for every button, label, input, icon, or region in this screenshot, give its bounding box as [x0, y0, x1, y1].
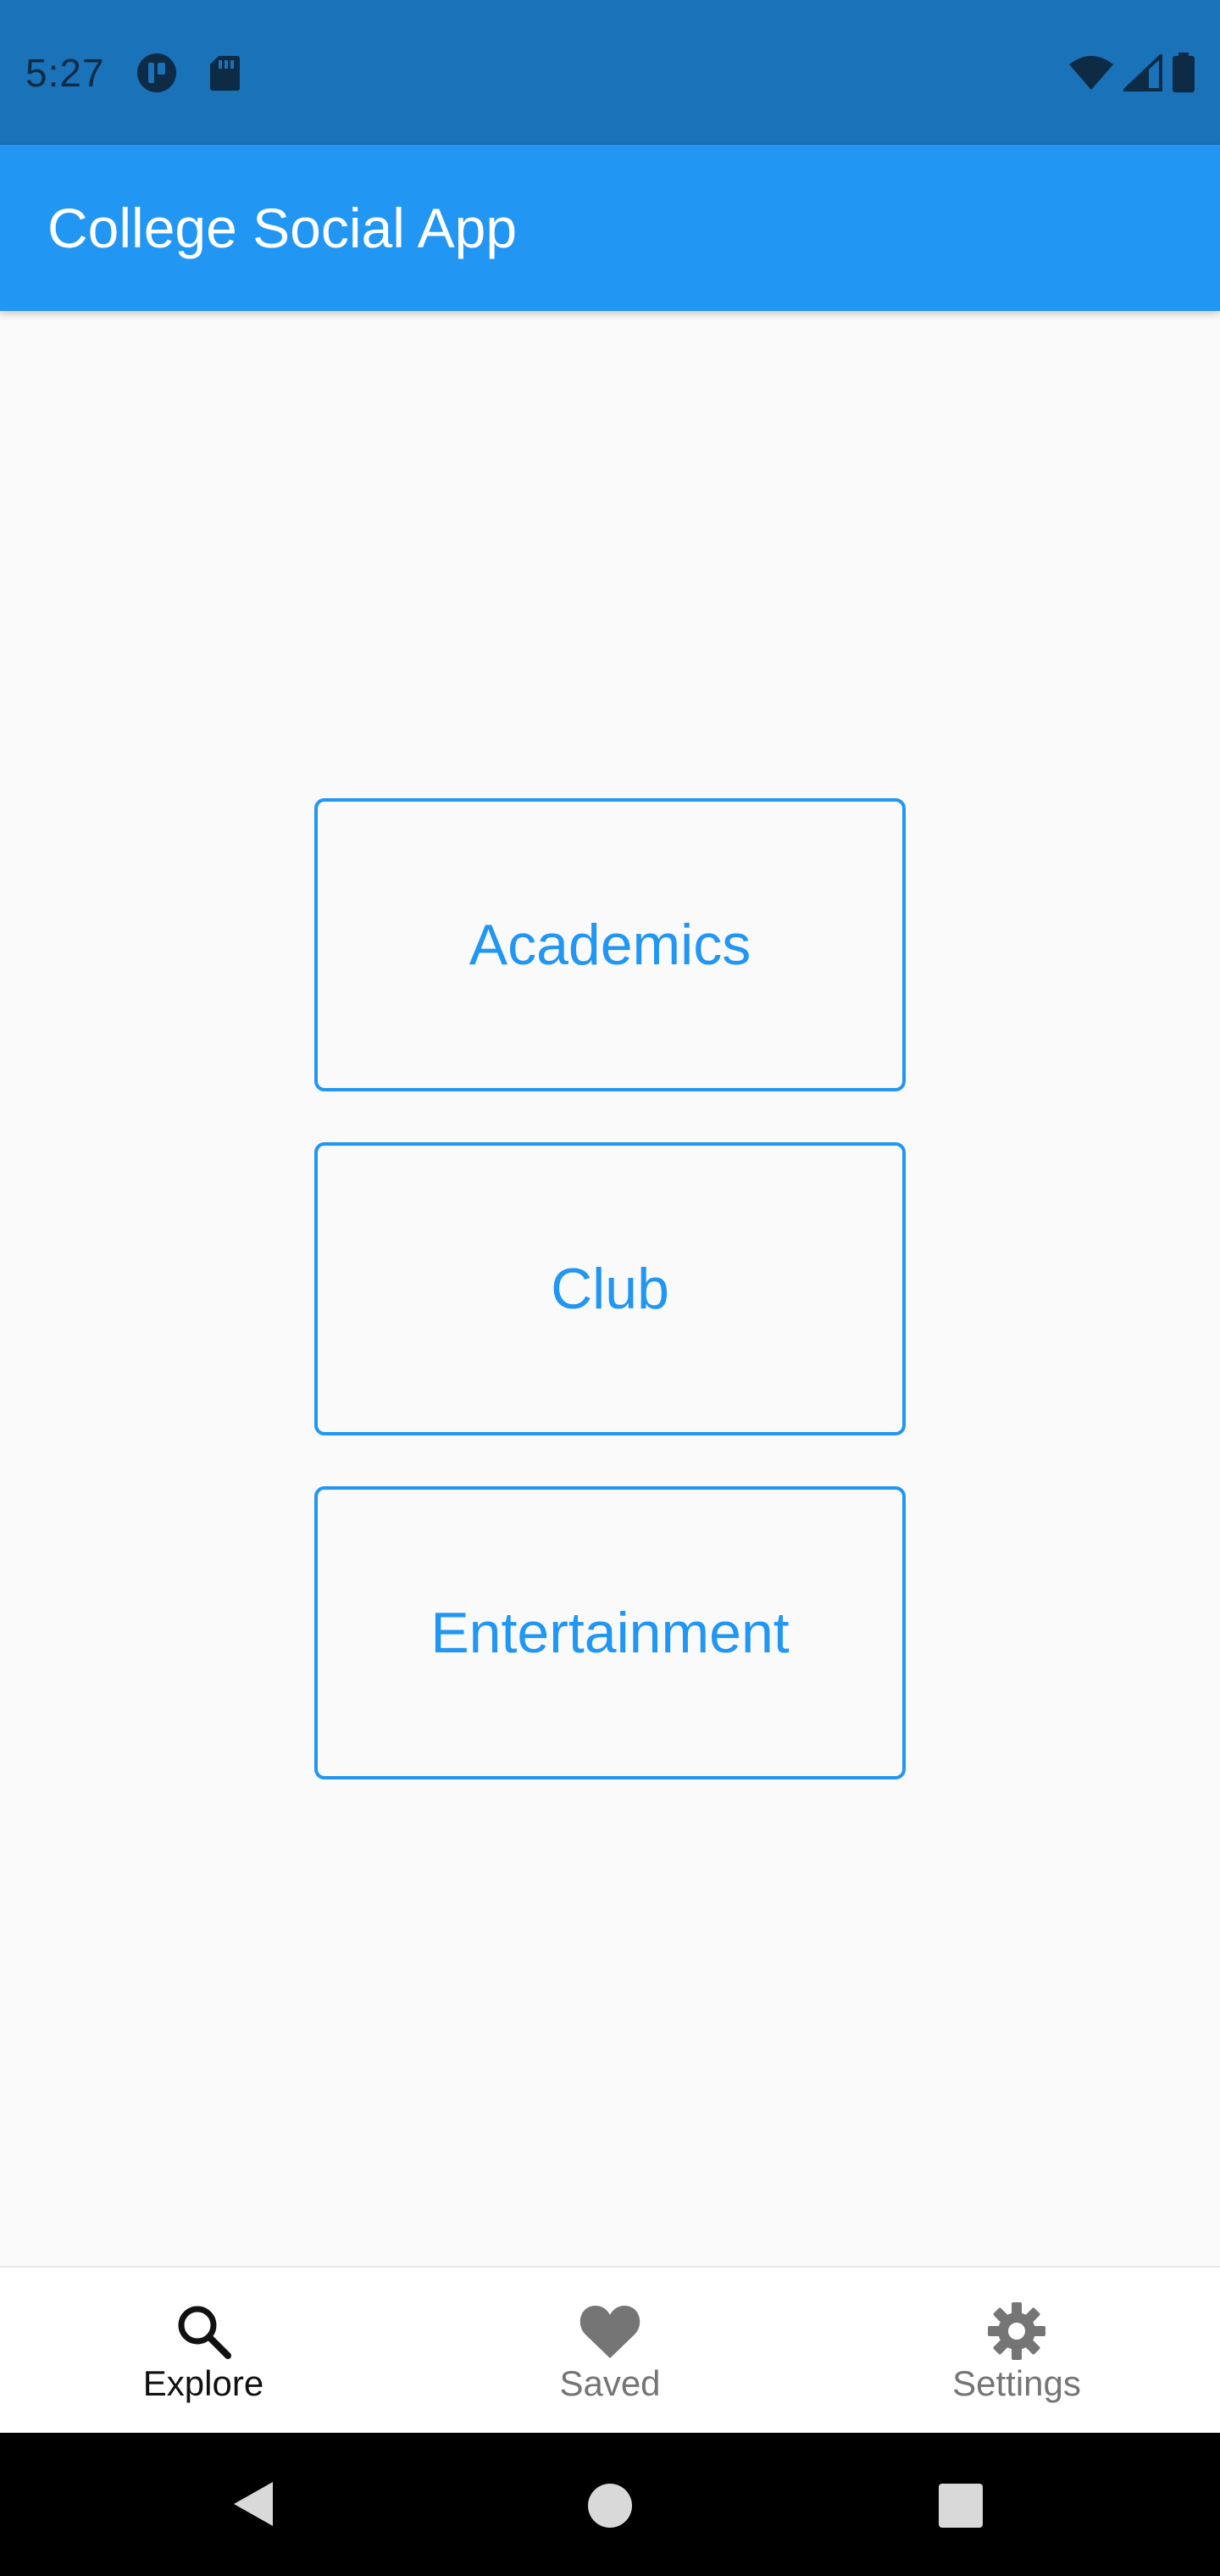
- recents-icon[interactable]: [937, 2482, 984, 2529]
- academics-button[interactable]: Academics: [314, 798, 906, 1091]
- wifi-icon: [1068, 54, 1115, 92]
- club-label: Club: [551, 1257, 669, 1321]
- status-bar: 5:27: [0, 0, 1220, 145]
- nav-label-saved: Saved: [559, 2362, 661, 2403]
- back-icon[interactable]: [227, 2477, 281, 2531]
- nav-label-settings: Settings: [952, 2362, 1081, 2403]
- heart-icon: [576, 2297, 644, 2365]
- status-left: 5:27: [25, 50, 241, 96]
- cell-signal-icon: [1123, 53, 1162, 92]
- club-button[interactable]: Club: [314, 1142, 906, 1435]
- nav-item-saved[interactable]: Saved: [407, 2268, 813, 2433]
- nav-item-settings[interactable]: Settings: [813, 2268, 1220, 2433]
- screen: 5:27 College Social App Academics Club E…: [0, 0, 1220, 2576]
- home-icon[interactable]: [586, 2482, 634, 2529]
- nav-item-explore[interactable]: Explore: [0, 2268, 407, 2433]
- system-navigation-bar: [0, 2433, 1220, 2576]
- app-notification-icon: [136, 52, 178, 94]
- status-time: 5:27: [25, 50, 105, 95]
- nav-label-explore: Explore: [142, 2362, 264, 2403]
- entertainment-button[interactable]: Entertainment: [314, 1486, 906, 1779]
- sd-card-icon: [208, 54, 241, 92]
- entertainment-label: Entertainment: [430, 1601, 790, 1665]
- app-bar: College Social App: [0, 145, 1220, 311]
- app-title: College Social App: [47, 197, 518, 259]
- status-right: [1068, 52, 1196, 93]
- gear-icon: [983, 2297, 1051, 2365]
- search-icon: [169, 2297, 237, 2365]
- battery-icon: [1171, 52, 1196, 93]
- bottom-navigation: Explore Saved Settings: [0, 2266, 1220, 2433]
- academics-label: Academics: [469, 913, 751, 977]
